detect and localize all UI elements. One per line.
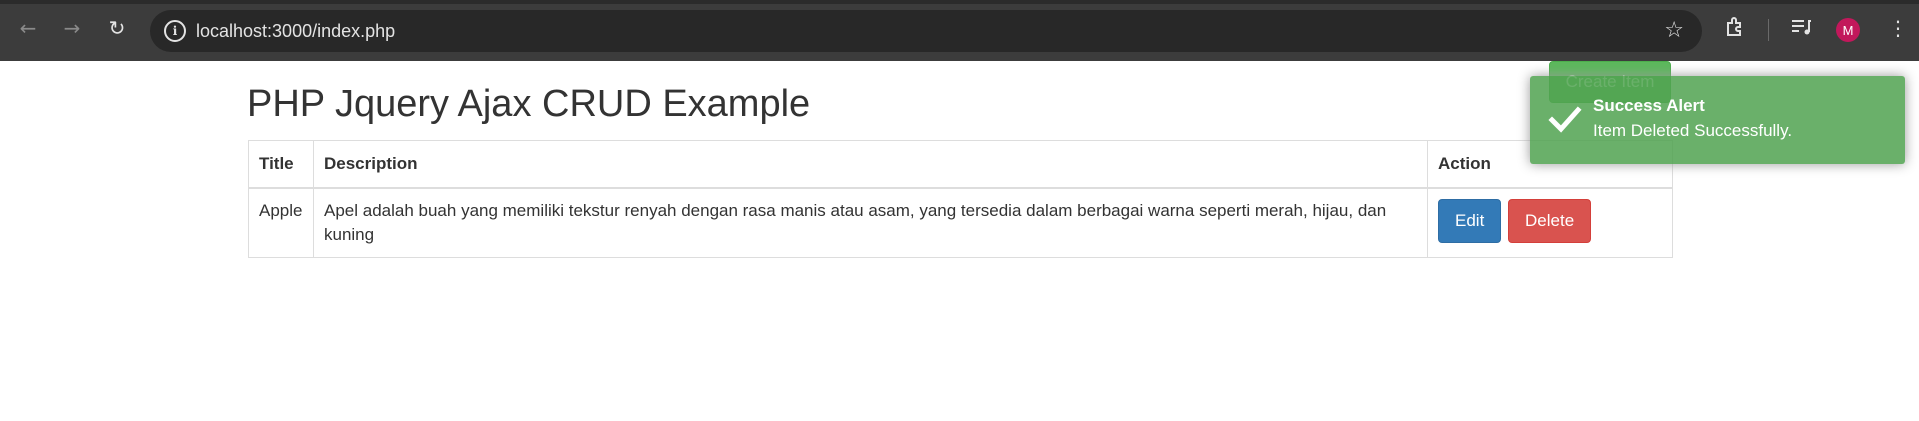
back-arrow-icon[interactable]: ← xyxy=(14,14,42,42)
reload-icon[interactable]: ↻ xyxy=(103,14,131,42)
check-icon xyxy=(1548,106,1582,133)
bookmark-star-icon[interactable]: ☆ xyxy=(1664,18,1684,43)
toast-title: Success Alert xyxy=(1593,96,1705,115)
tab-strip-edge xyxy=(0,0,1919,4)
toast-message: Item Deleted Successfully. xyxy=(1593,121,1793,140)
table-row: Apple Apel adalah buah yang memiliki tek… xyxy=(248,187,1673,258)
toolbar-divider xyxy=(1768,19,1769,41)
cell-description: Apel adalah buah yang memiliki tekstur r… xyxy=(313,187,1428,258)
media-queue-icon[interactable] xyxy=(1790,16,1812,43)
extensions-icon[interactable] xyxy=(1724,16,1746,43)
edit-button[interactable]: Edit xyxy=(1438,199,1502,243)
site-info-icon[interactable]: i xyxy=(164,20,186,42)
forward-arrow-icon[interactable]: → xyxy=(58,14,86,42)
menu-kebab-icon[interactable]: ⋮ xyxy=(1888,16,1908,40)
items-table: Title Description Action Apple Apel adal… xyxy=(248,140,1673,258)
page-title: PHP Jquery Ajax CRUD Example xyxy=(247,83,811,125)
url-text[interactable]: localhost:3000/index.php xyxy=(196,21,395,42)
header-title: Title xyxy=(248,140,314,189)
header-description: Description xyxy=(313,140,1428,189)
cell-action: Edit Delete xyxy=(1427,187,1673,258)
table-header-row: Title Description Action xyxy=(248,140,1673,189)
profile-avatar[interactable]: M xyxy=(1836,18,1860,42)
browser-toolbar: ← → ↻ i localhost:3000/index.php ☆ M ⋮ xyxy=(0,0,1919,61)
cell-title: Apple xyxy=(248,187,314,258)
delete-button[interactable]: Delete xyxy=(1508,199,1592,243)
address-bar[interactable]: i localhost:3000/index.php ☆ xyxy=(150,10,1702,52)
success-toast[interactable]: Success Alert Item Deleted Successfully. xyxy=(1530,76,1905,164)
